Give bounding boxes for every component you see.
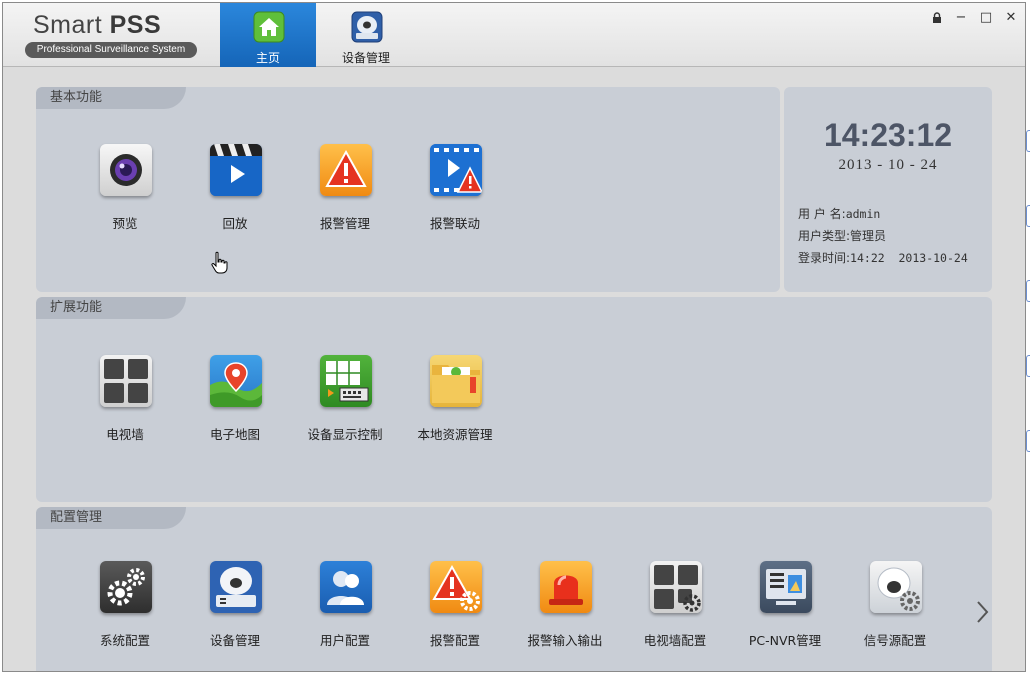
background-window-fragment [1026, 430, 1030, 452]
tab-device-management-label: 设备管理 [341, 51, 390, 65]
user-type-line: 用户类型:管理员 [798, 227, 886, 244]
tile-alarm-io[interactable]: 报警输入输出 [510, 561, 620, 661]
panel-extended-functions: 扩展功能 电视墙 电子地图 设备显示控制 本地资源管理 [36, 297, 992, 502]
video-wall-config-icon [650, 561, 702, 613]
map-pin-icon [210, 355, 262, 407]
app-window: Smart PSS Professional Surveillance Syst… [2, 2, 1026, 672]
user-type-label: 用户类型: [798, 229, 851, 243]
username-value: admin [845, 207, 881, 221]
panel-basic-functions: 基本功能 预览 回放 报警管理 报警联动 [36, 87, 780, 292]
tile-signal-source-config-label: 信号源配置 [863, 633, 927, 648]
signal-source-icon [870, 561, 922, 613]
tile-signal-source-config[interactable]: 信号源配置 [840, 561, 950, 661]
tile-device-management[interactable]: 设备管理 [180, 561, 290, 661]
tile-alarm-management[interactable]: 报警管理 [290, 144, 400, 244]
username-label: 用 户 名: [798, 207, 846, 221]
video-wall-icon [100, 355, 152, 407]
tile-e-map[interactable]: 电子地图 [180, 355, 290, 455]
tab-device-management[interactable]: 设备管理 [318, 3, 414, 67]
maximize-icon: □ [979, 10, 993, 25]
login-time-label: 登录时间: [798, 251, 851, 265]
tile-local-resources[interactable]: 本地资源管理 [400, 355, 510, 455]
hand-cursor-icon [211, 251, 228, 274]
app-logo: Smart PSS Professional Surveillance Syst… [23, 11, 198, 61]
panel-config-management-title: 配置管理 [36, 507, 186, 529]
tab-home-label: 主页 [255, 51, 280, 65]
clapper-play-icon [210, 144, 262, 196]
alarm-link-icon [430, 144, 482, 196]
login-time-value: 14:22 2013-10-24 [850, 251, 968, 265]
panel-basic-functions-title: 基本功能 [36, 87, 186, 109]
next-page-arrow-icon[interactable] [971, 597, 993, 627]
panel-clock-user-info: 14:23:12 2013 - 10 - 24 用 户 名:admin 用户类型… [784, 87, 992, 292]
tile-video-wall-config[interactable]: 电视墙配置 [620, 561, 730, 661]
alarm-warning-icon [320, 144, 372, 196]
tile-preview[interactable]: 预览 [70, 144, 180, 244]
tile-alarm-linkage[interactable]: 报警联动 [400, 144, 510, 244]
tile-local-resources-label: 本地资源管理 [417, 427, 493, 442]
device-camera-icon [351, 11, 383, 43]
clock-date: 2013 - 10 - 24 [838, 157, 938, 173]
tile-alarm-linkage-label: 报警联动 [429, 216, 480, 231]
lock-icon [933, 12, 941, 23]
folder-icon [430, 355, 482, 407]
tile-alarm-config[interactable]: 报警配置 [400, 561, 510, 661]
background-window-fragment [1026, 355, 1030, 377]
display-control-icon [320, 355, 372, 407]
alarm-config-icon [430, 561, 482, 613]
close-button[interactable]: ✕ [1001, 9, 1021, 27]
background-window-fragment [1026, 205, 1030, 227]
login-time-line: 登录时间:14:22 2013-10-24 [798, 249, 968, 266]
maximize-button[interactable]: □ [976, 9, 996, 27]
tile-system-config[interactable]: 系统配置 [70, 561, 180, 661]
home-icon [253, 11, 285, 43]
close-icon: ✕ [1005, 10, 1017, 25]
tile-user-config[interactable]: 用户配置 [290, 561, 400, 661]
tile-pc-nvr-management[interactable]: PC-NVR管理 [730, 561, 840, 661]
clock-time: 14:23:12 [823, 117, 953, 153]
camera-lens-icon [100, 144, 152, 196]
logo-subtitle: Professional Surveillance System [25, 42, 197, 58]
pc-nvr-icon [760, 561, 812, 613]
gears-icon [100, 561, 152, 613]
tile-device-display-control[interactable]: 设备显示控制 [290, 355, 400, 455]
users-icon [320, 561, 372, 613]
minimize-button[interactable]: − [951, 9, 971, 27]
background-window-fragment [1026, 130, 1030, 152]
logo-title: Smart PSS [33, 11, 161, 40]
siren-icon [540, 561, 592, 613]
tile-video-wall[interactable]: 电视墙 [70, 355, 180, 455]
lock-button[interactable] [927, 9, 947, 27]
device-camera-icon [210, 561, 262, 613]
panel-extended-functions-title: 扩展功能 [36, 297, 186, 319]
logo-title-light: Smart [33, 11, 110, 39]
panel-config-management: 配置管理 系统配置 设备管理 用户配置 报警配置 报警输入输出 电视墙配置 PC… [36, 507, 992, 671]
background-window-fragment [1026, 280, 1030, 302]
minimize-icon: − [955, 10, 967, 25]
username-line: 用 户 名:admin [798, 205, 880, 222]
logo-title-bold: PSS [109, 11, 162, 39]
user-type-value: 管理员 [850, 229, 887, 243]
header-bar: Smart PSS Professional Surveillance Syst… [3, 3, 1025, 67]
tab-home[interactable]: 主页 [220, 3, 316, 67]
tile-playback[interactable]: 回放 [180, 144, 290, 244]
